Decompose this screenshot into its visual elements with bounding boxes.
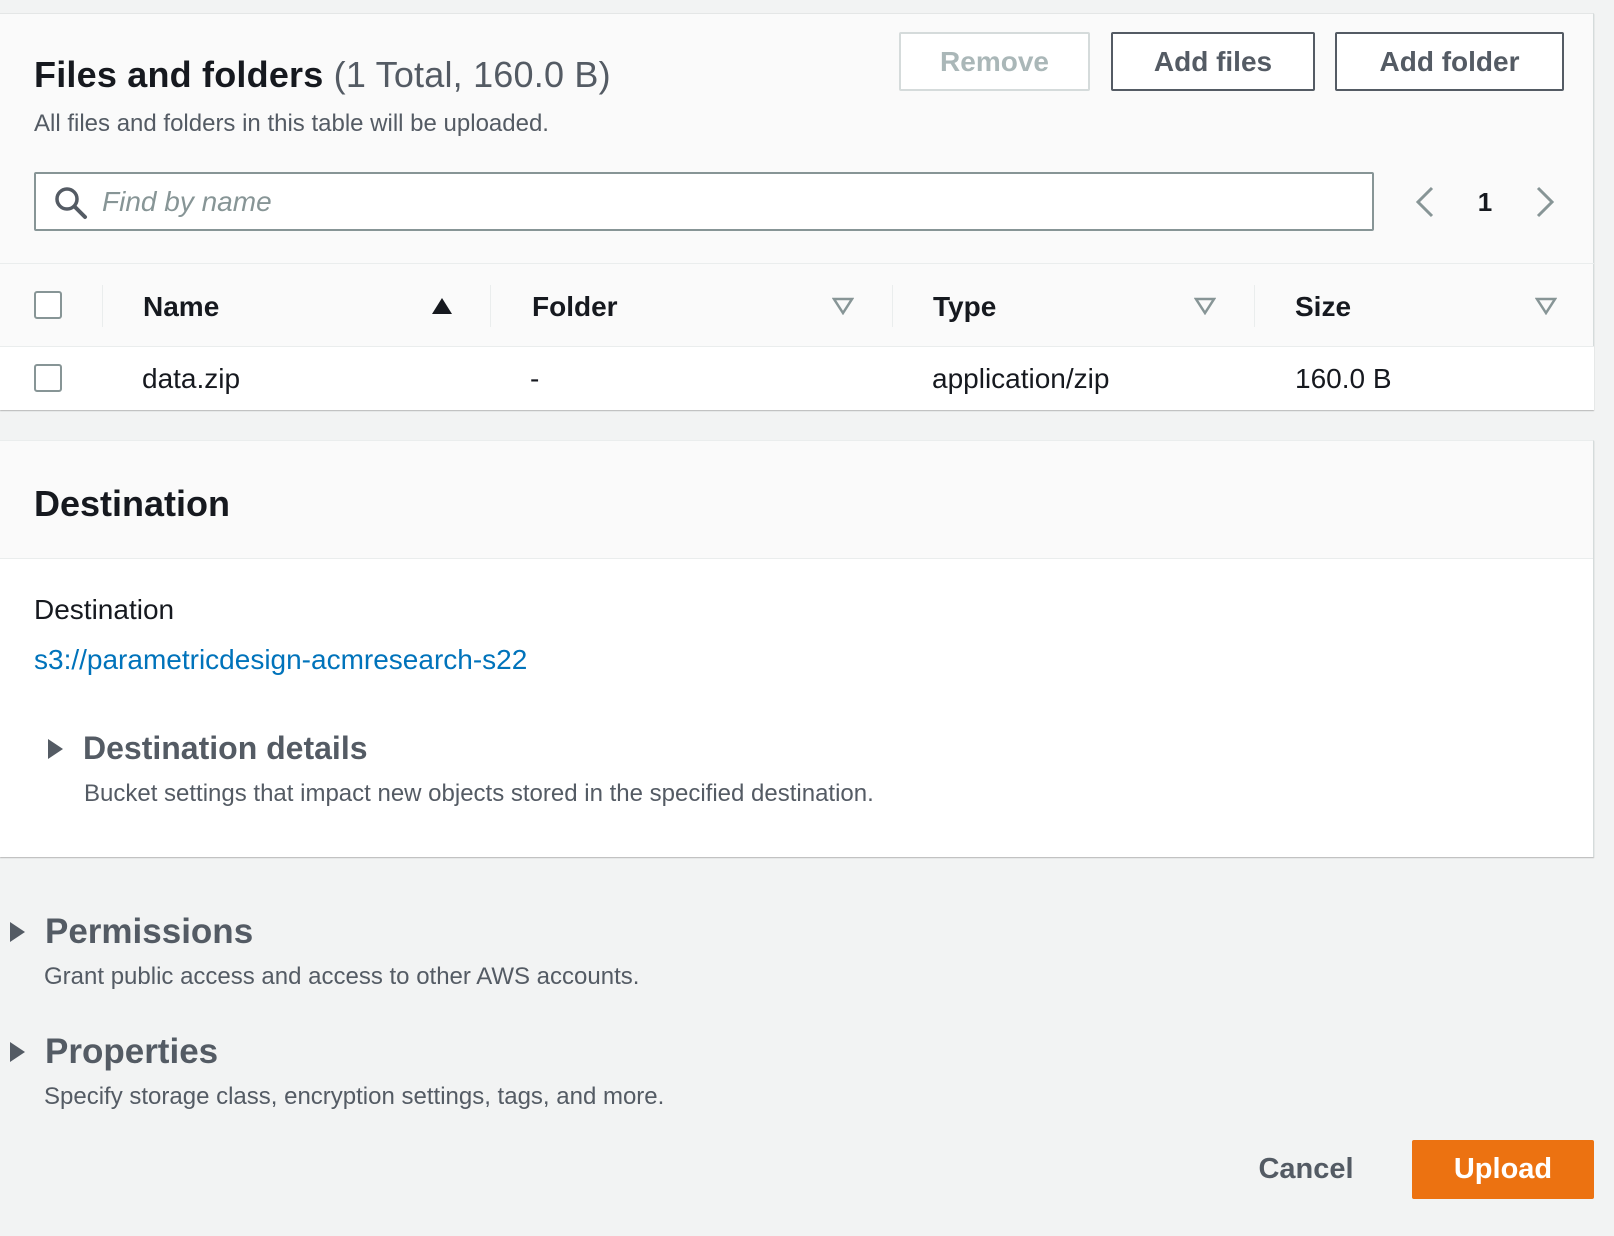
destination-panel: Destination Destination s3://parametricd… [0,440,1594,857]
add-files-button[interactable]: Add files [1111,32,1315,91]
search-icon [55,187,87,219]
upload-button[interactable]: Upload [1412,1140,1594,1199]
type-cell: application/zip [932,363,1110,394]
select-all-checkbox[interactable] [34,291,62,319]
row-checkbox[interactable] [34,364,62,392]
sort-icon[interactable] [1194,297,1216,315]
search-box [34,172,1374,231]
caret-right-icon [10,1042,25,1062]
caret-right-icon [48,738,63,759]
column-header-type[interactable]: Type [933,291,996,323]
column-header-folder[interactable]: Folder [532,291,618,323]
previous-page-icon[interactable] [1410,184,1440,220]
add-folder-button[interactable]: Add folder [1335,32,1564,91]
next-page-icon[interactable] [1530,184,1560,220]
sort-icon[interactable] [832,297,854,315]
destination-label: Destination [34,594,175,625]
destination-title: Destination [34,483,231,524]
permissions-description: Grant public access and access to other … [44,963,640,990]
sort-icon[interactable] [1535,297,1557,315]
current-page-number[interactable]: 1 [1470,184,1500,220]
destination-details-expander[interactable]: Destination details [46,730,368,767]
properties-description: Specify storage class, encryption settin… [44,1083,665,1110]
file-name-cell: data.zip [142,363,241,394]
files-panel-title: Files and folders (1 Total, 160.0 B) [34,54,611,96]
cancel-button[interactable]: Cancel [1238,1140,1374,1198]
destination-header: Destination [0,441,1593,559]
files-panel-description: All files and folders in this table will… [34,110,549,137]
destination-details-description: Bucket settings that impact new objects … [84,780,874,807]
files-and-folders-panel: Files and folders (1 Total, 160.0 B) All… [0,13,1594,410]
column-divider [1254,285,1255,327]
column-divider [892,285,893,327]
folder-cell: - [530,363,540,394]
properties-title: Properties [45,1032,219,1071]
size-cell: 160.0 B [1295,363,1392,394]
files-counter: (1 Total, 160.0 B) [333,54,611,95]
sort-ascending-icon[interactable] [431,297,453,315]
remove-button[interactable]: Remove [899,32,1090,91]
permissions-expander[interactable]: Permissions [8,912,253,952]
permissions-title: Permissions [45,912,254,951]
search-input[interactable] [102,174,1362,229]
destination-details-title: Destination details [83,730,368,766]
caret-right-icon [10,922,25,942]
column-divider [490,285,491,327]
table-header: Name Folder Type Size [0,263,1594,347]
column-header-size[interactable]: Size [1295,291,1351,323]
destination-url-link[interactable]: s3://parametricdesign-acmresearch-s22 [34,644,527,676]
table-row[interactable]: data.zip - application/zip 160.0 B [0,347,1594,410]
files-panel-title-text: Files and folders [34,54,324,95]
properties-expander[interactable]: Properties [8,1032,218,1072]
column-header-name[interactable]: Name [143,291,219,323]
column-divider [102,285,103,327]
